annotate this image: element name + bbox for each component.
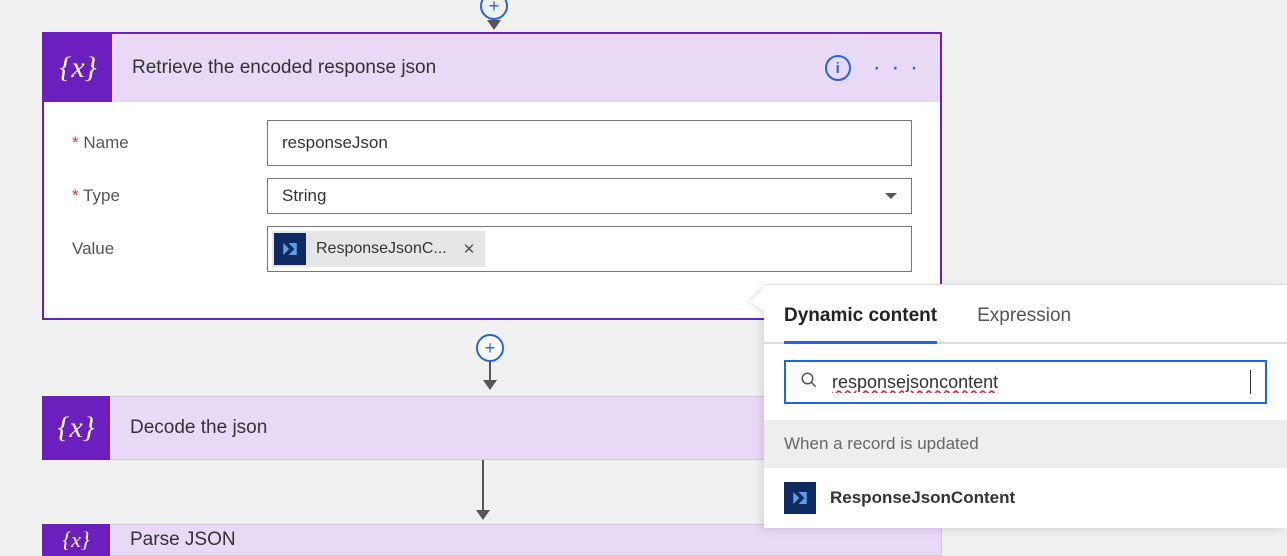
card-header[interactable]: {x} Parse JSON <box>42 524 942 556</box>
chevron-down-icon <box>885 193 897 199</box>
card-title: Retrieve the encoded response json <box>132 57 436 79</box>
tab-expression[interactable]: Expression <box>977 305 1071 344</box>
flow-connector <box>476 460 490 520</box>
search-icon <box>800 371 818 394</box>
field-label-name: * Name <box>72 133 267 153</box>
add-step-button[interactable]: + <box>480 0 508 20</box>
popup-item-label: ResponseJsonContent <box>830 488 1015 508</box>
field-row-name: * Name <box>72 120 912 166</box>
flow-connector: + <box>476 334 504 390</box>
card-body: * Name * Type String Value <box>44 102 940 272</box>
arrow-icon <box>487 20 501 30</box>
popup-search-wrap <box>764 344 1287 420</box>
dynamic-content-item[interactable]: ResponseJsonContent <box>764 468 1287 528</box>
card-title: Decode the json <box>130 417 267 439</box>
field-row-value: Value ResponseJsonC... ✕ <box>72 226 912 272</box>
token-remove-button[interactable]: ✕ <box>457 240 482 258</box>
dataverse-icon <box>784 482 816 514</box>
card-title: Parse JSON <box>130 529 236 551</box>
popup-arrow-icon <box>749 289 766 314</box>
action-card-parse: {x} Parse JSON <box>42 524 942 556</box>
more-menu-icon[interactable]: · · · <box>873 54 920 82</box>
field-label-value: Value <box>72 239 267 259</box>
tab-dynamic-content[interactable]: Dynamic content <box>784 305 937 344</box>
popup-search-box[interactable] <box>784 360 1267 404</box>
flow-connector-top: + <box>480 0 508 30</box>
info-icon[interactable]: i <box>825 55 851 81</box>
field-label-type: * Type <box>72 186 267 206</box>
dynamic-token[interactable]: ResponseJsonC... ✕ <box>272 231 485 267</box>
variable-icon: {x} <box>42 396 110 460</box>
arrow-line <box>482 460 484 510</box>
text-caret <box>1250 370 1251 394</box>
card-title-bar[interactable]: Retrieve the encoded response json i · ·… <box>112 34 940 102</box>
value-input[interactable]: ResponseJsonC... ✕ <box>267 226 912 272</box>
dataverse-icon <box>274 233 306 265</box>
variable-icon: {x} <box>42 524 110 556</box>
name-input[interactable] <box>267 120 912 166</box>
required-indicator: * <box>72 186 79 205</box>
type-select[interactable]: String <box>267 178 912 214</box>
add-step-button[interactable]: + <box>476 334 504 362</box>
field-row-type: * Type String <box>72 178 912 214</box>
token-label: ResponseJsonC... <box>316 240 447 258</box>
search-input[interactable] <box>832 372 1250 393</box>
card-title-bar: Parse JSON <box>110 524 942 556</box>
arrow-icon <box>483 380 497 390</box>
card-actions: i · · · <box>825 54 920 82</box>
action-card-retrieve: {x} Retrieve the encoded response json i… <box>42 32 942 320</box>
popup-tabs: Dynamic content Expression <box>764 285 1287 344</box>
arrow-line <box>489 362 491 380</box>
required-indicator: * <box>72 133 79 152</box>
card-header: {x} Retrieve the encoded response json i… <box>44 34 940 102</box>
dynamic-content-popup: Dynamic content Expression When a record… <box>764 284 1287 528</box>
variable-icon: {x} <box>44 34 112 102</box>
arrow-icon <box>476 510 490 520</box>
popup-section-header: When a record is updated <box>764 420 1287 468</box>
